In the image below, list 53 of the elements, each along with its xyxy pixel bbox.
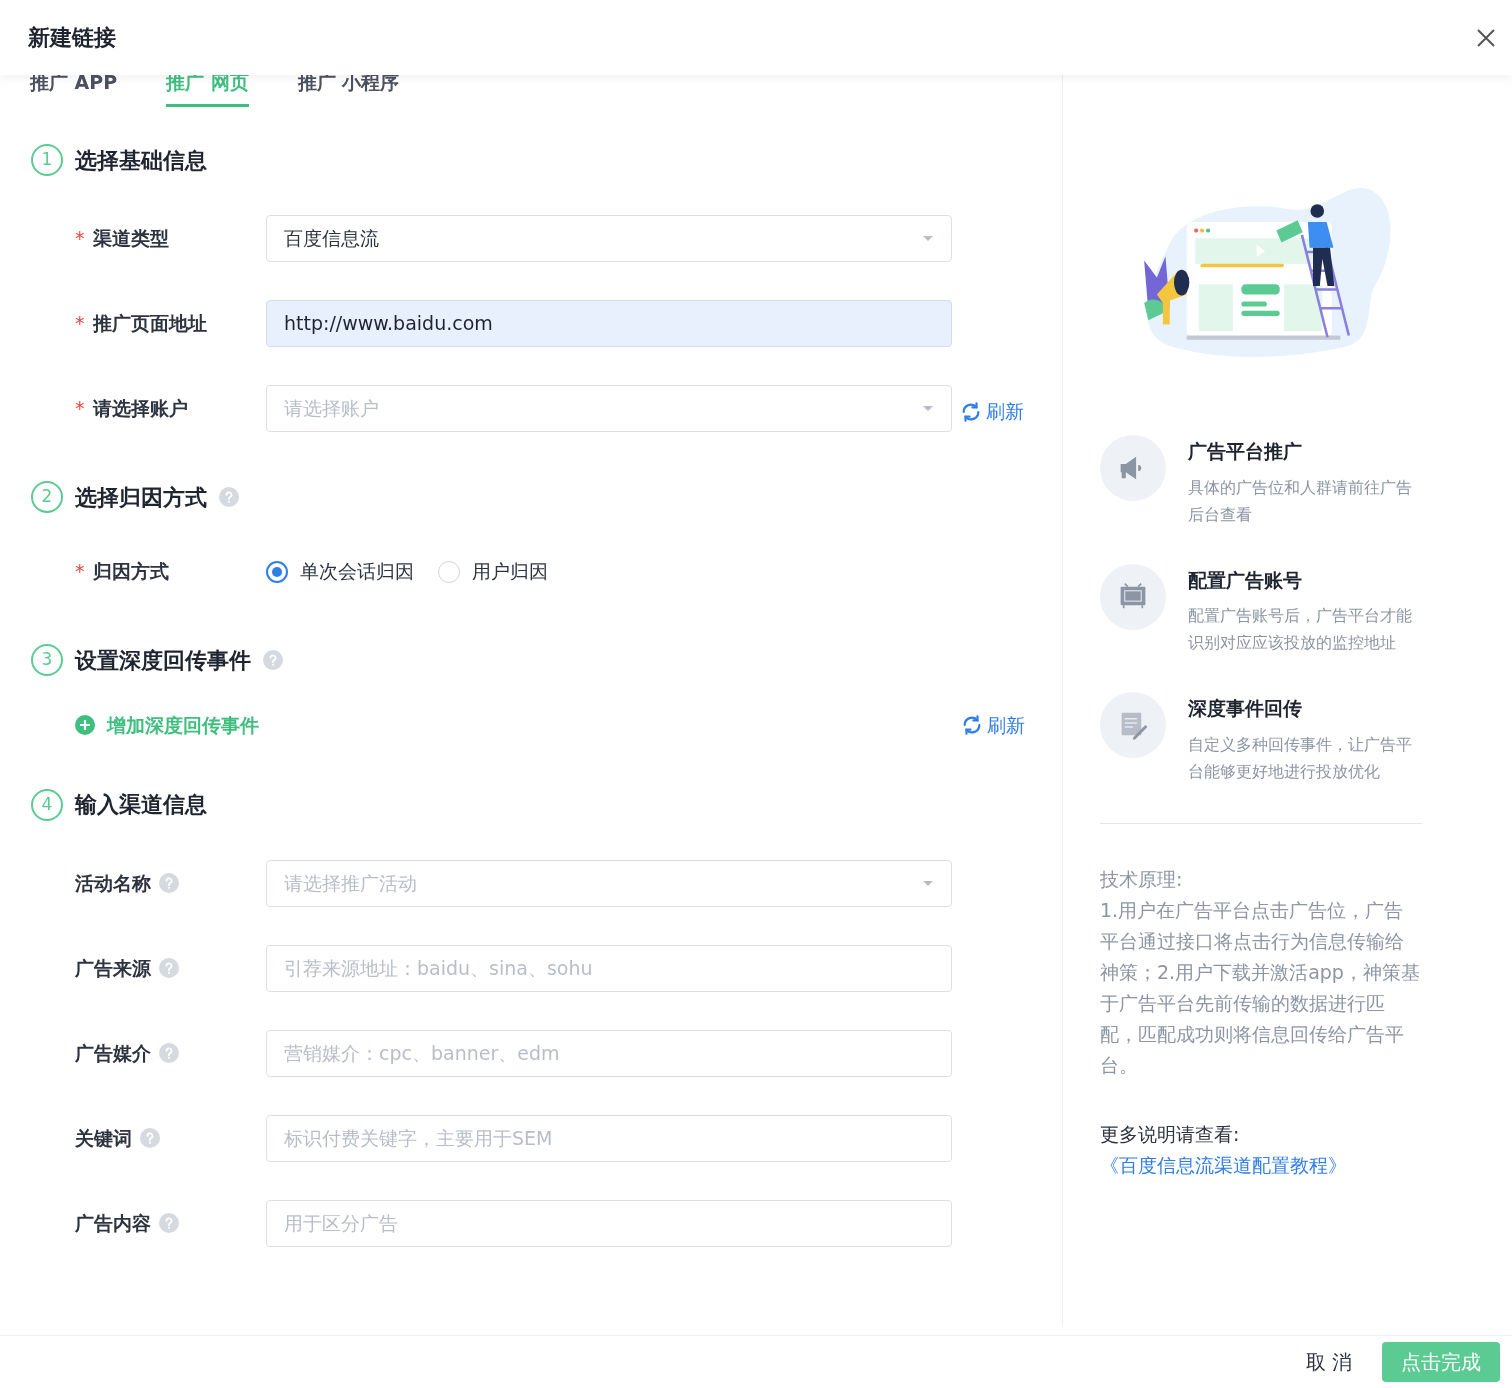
radio-button[interactable] xyxy=(266,560,288,583)
field-label: 广告内容 xyxy=(75,1210,151,1236)
more-info-label: 更多说明请查看: xyxy=(1100,1122,1240,1145)
section-title: 输入渠道信息 xyxy=(75,791,207,819)
required-mark: * xyxy=(75,226,85,252)
required-mark: * xyxy=(75,396,85,422)
caret-icon xyxy=(922,879,934,887)
refresh-button[interactable]: 刷新 xyxy=(961,711,1025,740)
caret-icon xyxy=(922,235,934,242)
ad-screen-icon xyxy=(1100,563,1166,630)
field-label: 关键词 xyxy=(75,1125,132,1151)
section-title: 设置深度回传事件 xyxy=(75,646,251,675)
field-label: 推广页面地址 xyxy=(92,311,207,337)
feature-title: 深度事件回传 xyxy=(1188,696,1303,721)
feature-description: 自定义多种回传事件，让广告平台能够更好地进行投放优化 xyxy=(1188,733,1413,783)
select-field[interactable]: 百度信息流 xyxy=(266,215,952,262)
section-title: 选择归因方式 xyxy=(75,483,207,512)
refresh-label: 刷新 xyxy=(986,399,1024,425)
field-label: 活动名称 xyxy=(75,870,151,896)
field-label: 渠道类型 xyxy=(92,226,169,252)
required-mark: * xyxy=(75,559,85,585)
radio-option[interactable]: 单次会话归因 xyxy=(266,557,414,586)
caret-icon xyxy=(922,405,934,412)
field-label: 归因方式 xyxy=(92,559,169,585)
refresh-label: 刷新 xyxy=(987,713,1025,738)
plus-icon xyxy=(75,715,95,736)
tutorial-link[interactable]: 《百度信息流渠道配置教程》 xyxy=(1100,1149,1347,1181)
refresh-icon xyxy=(960,400,982,423)
megaphone-icon xyxy=(1100,435,1166,501)
input-field[interactable]: http://www.baidu.com xyxy=(266,300,952,347)
feature-description: 具体的广告位和人群请前往广告后台查看 xyxy=(1188,476,1413,526)
feature-description: 配置广告账号后，广告平台才能识别对应应该投放的监控地址 xyxy=(1188,605,1413,654)
note-pencil-icon xyxy=(1100,692,1166,758)
field-label: 请选择账户 xyxy=(92,396,188,422)
radio-option[interactable]: 用户归因 xyxy=(438,557,548,586)
step-number: 4 xyxy=(31,788,63,821)
step-number: 3 xyxy=(31,644,63,676)
section-title: 选择基础信息 xyxy=(75,146,207,175)
close-icon xyxy=(1476,27,1496,48)
step-number: 2 xyxy=(31,481,63,513)
field-label: 广告来源 xyxy=(75,955,151,981)
step-number: 1 xyxy=(31,144,63,176)
feature-title: 广告平台推广 xyxy=(1188,439,1303,464)
cancel-button[interactable]: 取 消 xyxy=(1305,1342,1352,1382)
principle-text: 1.用户在广告平台点击广告位，广告平台通过接口将点击行为信息传输给神策；2.用户下载并激活app，神策基于广告平台先前传输的数据进行匹配，匹配成功则将信息回传给广告平台。 xyxy=(1100,897,1421,1078)
field-label: 广告媒介 xyxy=(75,1040,151,1066)
feature-title: 配置广告账号 xyxy=(1188,567,1303,593)
dialog-title: 新建链接 xyxy=(28,24,116,52)
refresh-button[interactable]: 刷新 xyxy=(960,397,1024,426)
add-event-button[interactable]: 增加深度回传事件 xyxy=(75,711,259,740)
principle-title: 技术原理: xyxy=(1100,866,1184,892)
refresh-icon xyxy=(961,714,983,737)
required-mark: * xyxy=(75,311,85,337)
